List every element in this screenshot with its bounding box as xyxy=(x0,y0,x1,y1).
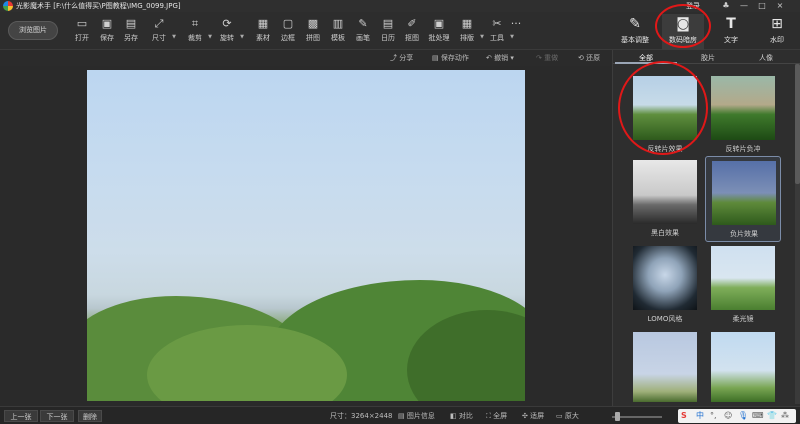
redo-icon: ↷ xyxy=(536,54,545,62)
info-icon: ▤ xyxy=(398,412,407,420)
next-image-button[interactable]: 下一张 xyxy=(40,410,74,422)
photo-preview[interactable] xyxy=(87,70,525,401)
compare-button[interactable]: ◧ 对比 xyxy=(450,411,473,421)
skin-icon[interactable]: ♣ xyxy=(720,1,732,11)
mode-basic-adjust[interactable]: ✎ 基本调整 xyxy=(614,14,656,50)
undo-icon: ↶ xyxy=(486,54,495,62)
chevron-down-icon: ▼ xyxy=(172,34,176,40)
layout-button[interactable]: ▦ 排版 ▼ xyxy=(452,17,484,46)
share-icon: ⤴ xyxy=(390,54,400,62)
layout-icon: ▦ xyxy=(461,17,473,30)
share-button[interactable]: ⤴ 分享 xyxy=(390,53,413,63)
collage-icon: ▩ xyxy=(307,17,319,30)
image-info-button[interactable]: ▤ 图片信息 xyxy=(398,411,435,421)
effect-thumbnail xyxy=(712,161,776,225)
effect-negative[interactable]: 负片效果 xyxy=(705,156,781,242)
ime-tools-icon[interactable]: ⁂ xyxy=(781,410,789,422)
crop-button[interactable]: ⌗ 裁剪 ▼ xyxy=(180,17,212,46)
effect-thumbnail xyxy=(633,332,697,402)
more-icon: ··· xyxy=(510,17,522,30)
action-bar: ⤴ 分享 ▤ 保存动作 ↶ 撤销 ▾ ↷ 重做 ⟲ 还原 xyxy=(0,50,612,66)
border-icon: ▢ xyxy=(282,17,294,30)
undo-button[interactable]: ↶ 撤销 ▾ xyxy=(486,53,514,63)
tab-film[interactable]: 胶片 xyxy=(677,53,739,64)
zoom-slider-handle[interactable] xyxy=(615,412,620,421)
ime-mode-icon[interactable]: 中 xyxy=(696,410,704,422)
app-logo-icon xyxy=(3,1,13,11)
redo-button[interactable]: ↷ 重做 xyxy=(536,53,558,63)
maximize-button[interactable]: □ xyxy=(756,1,768,11)
effect-item[interactable] xyxy=(705,328,781,414)
cutout-button[interactable]: ✐ 抠图 xyxy=(397,18,427,46)
fit-screen-button[interactable]: ✣ 适屏 xyxy=(522,411,544,421)
effect-thumbnail xyxy=(711,332,775,402)
effect-thumbnail xyxy=(633,160,697,224)
resize-icon: ⤢ xyxy=(154,17,164,30)
original-size-button[interactable]: ▭ 原大 xyxy=(556,411,579,421)
effect-lomo[interactable]: LOMO风格 xyxy=(627,242,703,328)
resize-button[interactable]: ⤢ 尺寸 ▼ xyxy=(144,17,176,46)
status-bar: 上一张 下一张 删除 尺寸：3264×2448 ▤ 图片信息 ◧ 对比 ⛶ 全屏… xyxy=(0,406,800,424)
compare-icon: ◧ xyxy=(450,412,459,420)
skin-shirt-icon[interactable]: 👕 xyxy=(767,410,777,422)
keyboard-icon[interactable]: ⌨ xyxy=(752,410,764,422)
adjust-icon: ✎ xyxy=(629,16,641,32)
batch-button[interactable]: ▣ 批处理 xyxy=(424,18,454,46)
ime-toolbar: S 中 °, ☺ 🎙 ⌨ 👕 ⁂ xyxy=(678,409,796,423)
window-title: 光影魔术手 [F:\什么值得买\P图教程\IMG_0099.JPG] xyxy=(16,2,181,10)
more-button[interactable]: ··· xyxy=(506,18,526,46)
chevron-down-icon: ▾ xyxy=(508,54,514,62)
tab-portrait[interactable]: 人像 xyxy=(735,53,797,64)
restore-icon: ⟲ xyxy=(578,54,587,62)
mode-watermark[interactable]: ⊞ 水印 xyxy=(756,14,798,50)
save-as-button[interactable]: ▤ 另存 xyxy=(116,18,146,46)
panel-scrollbar-thumb[interactable] xyxy=(795,64,800,184)
open-icon: ▭ xyxy=(76,17,88,30)
fit-screen-icon: ✣ xyxy=(522,412,531,420)
voice-icon[interactable]: 🎙 xyxy=(738,410,748,422)
template-icon: ▥ xyxy=(332,17,344,30)
effect-item[interactable] xyxy=(627,328,703,414)
restore-button[interactable]: ⟲ 还原 xyxy=(578,53,600,63)
image-size: 尺寸：3264×2448 xyxy=(330,412,393,420)
cutout-icon: ✐ xyxy=(407,17,417,30)
close-button[interactable]: × xyxy=(774,1,786,11)
material-icon: ▦ xyxy=(257,17,269,30)
annotation-circle xyxy=(655,4,711,48)
save-action-icon: ▤ xyxy=(432,54,441,62)
save-as-icon: ▤ xyxy=(125,17,137,30)
mode-text[interactable]: T 文字 xyxy=(710,14,752,50)
rotate-icon: ⟳ xyxy=(222,17,232,30)
original-size-icon: ▭ xyxy=(556,412,565,420)
chevron-down-icon: ▼ xyxy=(240,34,244,40)
save-icon: ▣ xyxy=(101,17,113,30)
crop-icon: ⌗ xyxy=(191,17,199,30)
sogou-logo-icon[interactable]: S xyxy=(681,410,687,422)
calendar-icon: ▤ xyxy=(382,17,394,30)
effects-tabs: 全部 胶片 人像 xyxy=(613,52,800,64)
minimize-button[interactable]: — xyxy=(738,1,750,11)
effect-thumbnail xyxy=(711,76,775,140)
browse-images-button[interactable]: 浏览图片 xyxy=(8,21,58,40)
punctuation-icon[interactable]: °, xyxy=(710,410,717,422)
emoji-icon[interactable]: ☺ xyxy=(724,410,732,422)
rotate-button[interactable]: ⟳ 旋转 ▼ xyxy=(212,17,244,46)
fullscreen-button[interactable]: ⛶ 全屏 xyxy=(486,411,507,421)
effect-soft-light[interactable]: 柔光镜 xyxy=(705,242,781,328)
text-icon: T xyxy=(726,16,736,32)
batch-icon: ▣ xyxy=(433,17,445,30)
annotation-circle xyxy=(618,61,708,155)
effect-thumbnail xyxy=(711,246,775,310)
effect-thumbnail xyxy=(633,246,697,310)
tools-icon: ✂ xyxy=(492,17,502,30)
save-action-button[interactable]: ▤ 保存动作 xyxy=(432,53,469,63)
watermark-icon: ⊞ xyxy=(771,16,783,32)
effect-black-white[interactable]: 黑白效果 xyxy=(627,156,703,242)
prev-image-button[interactable]: 上一张 xyxy=(4,410,38,422)
delete-button[interactable]: 删除 xyxy=(78,410,102,422)
effect-reversal-negative[interactable]: 反转片负冲 xyxy=(705,72,781,158)
brush-icon: ✎ xyxy=(358,17,368,30)
